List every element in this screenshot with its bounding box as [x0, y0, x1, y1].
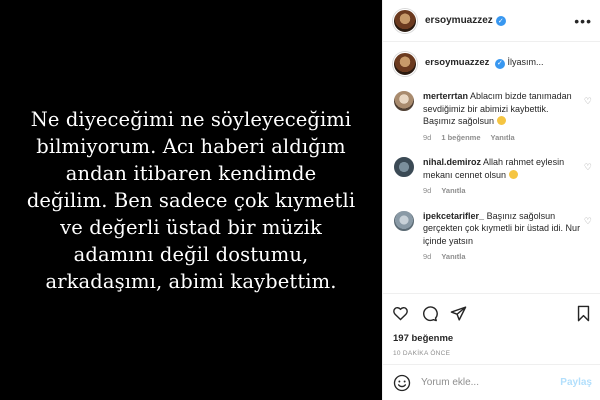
- post-time: 10 DAKİKA ÖNCE: [393, 350, 451, 357]
- caption: ersoymuazzez ✓ İlyasım...: [393, 52, 592, 76]
- comment-time: 9d: [423, 132, 432, 142]
- heart-icon[interactable]: ♡: [584, 216, 592, 227]
- emoji-icon: [496, 116, 506, 125]
- list-item: nihal.demiroz Allah rahmet eylesin mekan…: [393, 156, 592, 198]
- heart-icon[interactable]: [392, 305, 409, 322]
- comment-time: 9d: [423, 252, 432, 261]
- verified-badge-icon: ✓: [495, 15, 506, 26]
- likes-count[interactable]: 197 beğenme: [383, 333, 600, 344]
- list-item: ipekcetarifler_ Başınız sağolsun gerçekt…: [393, 209, 592, 264]
- reply-button[interactable]: Yanıtla: [441, 185, 465, 198]
- verified-badge-icon: ✓: [494, 59, 505, 69]
- comment-input[interactable]: Yorum ekle...: [421, 377, 560, 388]
- comment-likes[interactable]: 1 beğenme: [441, 132, 480, 145]
- list-item: merterrtan Ablacım bizde tanımadan sevdi…: [393, 90, 592, 144]
- caption-text: İlyasım...: [507, 57, 544, 67]
- caption-username[interactable]: ersoymuazzez: [425, 57, 489, 68]
- emoji-picker-icon[interactable]: [393, 374, 411, 392]
- action-bar: [383, 293, 600, 333]
- comment-username[interactable]: nihal.demiroz: [423, 157, 481, 167]
- avatar[interactable]: [393, 156, 415, 178]
- reply-button[interactable]: Yanıtla: [441, 251, 465, 264]
- emoji-icon: [508, 169, 518, 179]
- post-image-text: Ne diyeceğimi ne söyleyeceğimi bilmiyoru…: [26, 107, 356, 293]
- more-icon[interactable]: •••: [574, 13, 592, 29]
- post-image[interactable]: Ne diyeceğimi ne söyleyeceğimi bilmiyoru…: [0, 0, 382, 400]
- share-icon[interactable]: [450, 305, 467, 322]
- comment-username[interactable]: merterrtan: [423, 91, 468, 101]
- avatar[interactable]: [393, 8, 417, 33]
- avatar[interactable]: [393, 90, 415, 112]
- heart-icon[interactable]: ♡: [584, 162, 592, 173]
- comments-list[interactable]: ersoymuazzez ✓ İlyasım... merterrtan Abl…: [383, 42, 600, 293]
- reply-button[interactable]: Yanıtla: [491, 132, 515, 145]
- comment-icon[interactable]: [421, 305, 438, 322]
- post-header: ersoymuazzez ✓ •••: [383, 0, 600, 42]
- avatar[interactable]: [393, 52, 417, 76]
- comment-username[interactable]: ipekcetarifler_: [423, 211, 484, 221]
- add-comment-bar: Yorum ekle... Paylaş: [383, 364, 600, 400]
- post-side-panel: ersoymuazzez ✓ ••• ersoymuazzez ✓ İlyası…: [382, 0, 600, 400]
- heart-icon[interactable]: ♡: [584, 96, 592, 107]
- post-comment-button[interactable]: Paylaş: [560, 377, 592, 388]
- avatar[interactable]: [393, 209, 415, 232]
- comment-time: 9d: [423, 186, 432, 195]
- bookmark-icon[interactable]: [575, 305, 592, 322]
- instagram-post-view: Ne diyeceğimi ne söyleyeceğimi bilmiyoru…: [0, 0, 600, 400]
- header-username[interactable]: ersoymuazzez: [425, 15, 493, 26]
